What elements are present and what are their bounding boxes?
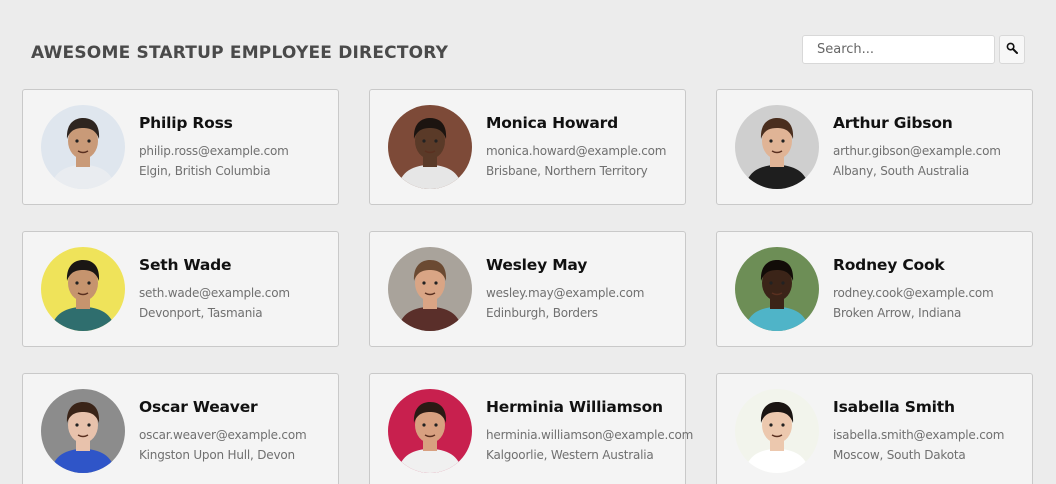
employee-name: Monica Howard: [486, 113, 619, 132]
employee-card[interactable]: Philip Ross philip.ross@example.com Elgi…: [22, 89, 339, 205]
employee-card[interactable]: Arthur Gibson arthur.gibson@example.com …: [716, 89, 1033, 205]
employee-name: Oscar Weaver: [139, 397, 258, 416]
page-title: AWESOME STARTUP EMPLOYEE DIRECTORY: [31, 43, 449, 63]
avatar: [388, 389, 472, 473]
card-info: Arthur Gibson arthur.gibson@example.com …: [833, 114, 1001, 181]
avatar: [41, 389, 125, 473]
avatar: [735, 247, 819, 331]
employee-email: philip.ross@example.com: [139, 143, 289, 158]
employee-location: Broken Arrow, Indiana: [833, 305, 962, 320]
employee-location: Moscow, South Dakota: [833, 447, 966, 462]
employee-name: Isabella Smith: [833, 397, 955, 416]
avatar: [41, 247, 125, 331]
search-button[interactable]: [999, 35, 1025, 64]
avatar: [388, 105, 472, 189]
employee-email: arthur.gibson@example.com: [833, 143, 1001, 158]
employee-location: Brisbane, Northern Territory: [486, 163, 648, 178]
employee-email: wesley.may@example.com: [486, 285, 645, 300]
employee-card[interactable]: Rodney Cook rodney.cook@example.com Brok…: [716, 231, 1033, 347]
card-info: Monica Howard monica.howard@example.com …: [486, 114, 666, 181]
search-input[interactable]: [802, 35, 995, 64]
card-info: Rodney Cook rodney.cook@example.com Brok…: [833, 256, 994, 323]
card-info: Herminia Williamson herminia.williamson@…: [486, 398, 693, 465]
employee-card[interactable]: Seth Wade seth.wade@example.com Devonpor…: [22, 231, 339, 347]
employee-email: herminia.williamson@example.com: [486, 427, 694, 442]
search-icon: [1006, 42, 1018, 57]
directory-page: AWESOME STARTUP EMPLOYEE DIRECTORY Phili…: [0, 0, 1056, 484]
employee-location: Kingston Upon Hull, Devon: [139, 447, 295, 462]
employee-card[interactable]: Monica Howard monica.howard@example.com …: [369, 89, 686, 205]
employee-location: Devonport, Tasmania: [139, 305, 263, 320]
avatar: [41, 105, 125, 189]
employee-location: Edinburgh, Borders: [486, 305, 598, 320]
employee-card[interactable]: Oscar Weaver oscar.weaver@example.com Ki…: [22, 373, 339, 484]
card-info: Wesley May wesley.may@example.com Edinbu…: [486, 256, 644, 323]
avatar: [388, 247, 472, 331]
employee-email: monica.howard@example.com: [486, 143, 667, 158]
avatar: [735, 389, 819, 473]
employee-location: Albany, South Australia: [833, 163, 970, 178]
employee-email: oscar.weaver@example.com: [139, 427, 307, 442]
employee-name: Philip Ross: [139, 113, 233, 132]
card-info: Isabella Smith isabella.smith@example.co…: [833, 398, 1004, 465]
employee-email: seth.wade@example.com: [139, 285, 290, 300]
employee-card[interactable]: Wesley May wesley.may@example.com Edinbu…: [369, 231, 686, 347]
employee-location: Kalgoorlie, Western Australia: [486, 447, 654, 462]
card-info: Oscar Weaver oscar.weaver@example.com Ki…: [139, 397, 307, 465]
employee-card[interactable]: Herminia Williamson herminia.williamson@…: [369, 373, 693, 484]
employee-email: isabella.smith@example.com: [833, 427, 1005, 442]
employee-name: Rodney Cook: [833, 255, 945, 274]
employee-card[interactable]: Isabella Smith isabella.smith@example.co…: [716, 373, 1033, 484]
employee-name: Arthur Gibson: [833, 113, 953, 132]
employee-gallery: Philip Ross philip.ross@example.com Elgi…: [22, 89, 1034, 484]
employee-name: Herminia Williamson: [486, 397, 663, 416]
employee-name: Seth Wade: [139, 255, 232, 274]
employee-email: rodney.cook@example.com: [833, 285, 994, 300]
card-info: Seth Wade seth.wade@example.com Devonpor…: [139, 256, 290, 323]
employee-location: Elgin, British Columbia: [139, 163, 271, 178]
avatar: [735, 105, 819, 189]
card-info: Philip Ross philip.ross@example.com Elgi…: [139, 114, 289, 181]
employee-name: Wesley May: [486, 255, 588, 274]
